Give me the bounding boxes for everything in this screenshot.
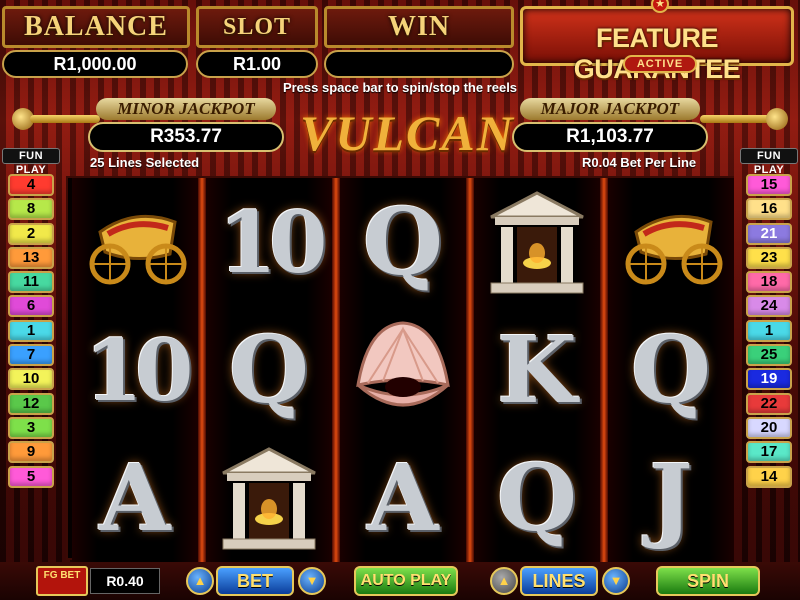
payline-badge-left-7: 7 (8, 344, 54, 367)
reel-cell: Q (608, 306, 734, 434)
payline-badge-right-15: 15 (746, 174, 792, 196)
payline-badge-right-18: 18 (746, 271, 792, 294)
reel-divider (332, 178, 340, 562)
payline-badge-left-6: 6 (8, 295, 54, 318)
shell-symbol (340, 306, 466, 434)
reel-5: QJ (608, 178, 734, 562)
payline-badge-left-4: 4 (8, 174, 54, 196)
reel-cell: Q (206, 306, 332, 434)
symbol-10: 10 (84, 320, 194, 420)
star-icon: ★ (651, 0, 669, 13)
reel-area: 10 A 10 Q Q A K Q Q J (66, 176, 734, 562)
auto-play-button[interactable]: AUTO PLAY (354, 566, 458, 596)
payline-badge-right-25: 25 (746, 344, 792, 367)
payline-badge-right-23: 23 (746, 246, 792, 269)
payline-badge-right-1: 1 (746, 319, 792, 342)
payline-badge-left-10: 10 (8, 368, 54, 391)
major-jackpot-value: R1,103.77 (512, 122, 708, 152)
lines-decrease-button[interactable]: ▲ (490, 567, 518, 595)
payline-badge-right-20: 20 (746, 416, 792, 439)
left-payline-column: 4 8 2 13 11 6 1 7 10 12 3 9 5 (8, 174, 54, 490)
symbol-J: J (649, 444, 693, 552)
win-value (324, 50, 514, 78)
bet-decrease-button[interactable]: ▲ (186, 567, 214, 595)
symbol-A: A (99, 444, 171, 552)
rod-decoration (700, 115, 770, 123)
rod-end-icon (766, 108, 788, 130)
lines-button[interactable]: LINES (520, 566, 598, 596)
spin-button[interactable]: SPIN (656, 566, 760, 596)
spin-instruction: Press space bar to spin/stop the reels (282, 80, 518, 95)
reel-3: QA (340, 178, 466, 562)
payline-badge-right-14: 14 (746, 465, 792, 488)
payline-badge-left-11: 11 (8, 271, 54, 294)
payline-badge-left-1: 1 (8, 319, 54, 342)
reel-2: 10 Q (206, 178, 332, 562)
reel-cell: Q (474, 434, 600, 562)
payline-badge-left-8: 8 (8, 198, 54, 221)
payline-badge-left-5: 5 (8, 465, 54, 488)
payline-badge-left-13: 13 (8, 246, 54, 269)
reel-1: 10 A (72, 178, 198, 562)
symbol-Q: Q (362, 188, 444, 296)
reel-cell: J (608, 434, 734, 562)
symbol-10: 10 (218, 192, 328, 292)
reel-cell: 10 (206, 178, 332, 306)
temple-symbol (206, 434, 332, 562)
temple-symbol (474, 178, 600, 306)
payline-badge-left-2: 2 (8, 222, 54, 245)
balance-label: BALANCE (2, 6, 190, 48)
symbol-Q: Q (630, 316, 712, 424)
payline-badge-right-21: 21 (746, 222, 792, 245)
fun-play-label-left: FUN PLAY (2, 148, 60, 176)
win-label: WIN (324, 6, 514, 48)
reel-divider (466, 178, 474, 562)
fg-bet-value: R0.40 (90, 568, 160, 594)
fg-bet-label: FG BET (36, 566, 88, 596)
chariot-symbol (72, 178, 198, 306)
reel-cell: A (72, 434, 198, 562)
bet-increase-button[interactable]: ▼ (298, 567, 326, 595)
major-jackpot-label: MAJOR JACKPOT (520, 98, 700, 120)
minor-jackpot-value: R353.77 (88, 122, 284, 152)
reel-cell: A (340, 434, 466, 562)
rod-decoration (30, 115, 100, 123)
symbol-K: K (497, 316, 577, 424)
reel-divider (600, 178, 608, 562)
minor-jackpot-label: MINOR JACKPOT (96, 98, 276, 120)
right-payline-column: 15 16 21 23 18 24 1 25 19 22 20 17 14 (746, 174, 792, 490)
feature-guarantee-title: FEATURE GUARANTEE (574, 23, 741, 84)
payline-badge-left-9: 9 (8, 441, 54, 464)
balance-value: R1,000.00 (2, 50, 188, 78)
symbol-Q: Q (496, 444, 578, 552)
feature-guarantee-status: ACTIVE (623, 55, 697, 73)
reel-cell: Q (340, 178, 466, 306)
payline-badge-left-3: 3 (8, 416, 54, 439)
bet-per-line-text: R0.04 Bet Per Line (582, 155, 697, 170)
payline-badge-right-16: 16 (746, 198, 792, 221)
reel-cell: K (474, 306, 600, 434)
payline-badge-right-17: 17 (746, 441, 792, 464)
slot-bet-value: R1.00 (196, 50, 318, 78)
payline-badge-left-12: 12 (8, 392, 54, 415)
slot-bet-label: SLOT BET (196, 6, 318, 76)
payline-badge-right-22: 22 (746, 392, 792, 415)
symbol-Q: Q (228, 316, 310, 424)
payline-badge-right-24: 24 (746, 295, 792, 318)
feature-guarantee-panel: ★ FEATURE GUARANTEE ACTIVE (520, 0, 794, 84)
reel-divider (198, 178, 206, 562)
chariot-symbol (608, 178, 734, 306)
lines-selected-text: 25 Lines Selected (90, 155, 200, 170)
fun-play-label-right: FUN PLAY (740, 148, 798, 176)
reel-4: KQ (474, 178, 600, 562)
payline-badge-right-19: 19 (746, 368, 792, 391)
symbol-A: A (367, 444, 439, 552)
game-logo: VULCAN (300, 105, 515, 161)
lines-increase-button[interactable]: ▼ (602, 567, 630, 595)
reel-cell: 10 (72, 306, 198, 434)
bet-button[interactable]: BET (216, 566, 294, 596)
